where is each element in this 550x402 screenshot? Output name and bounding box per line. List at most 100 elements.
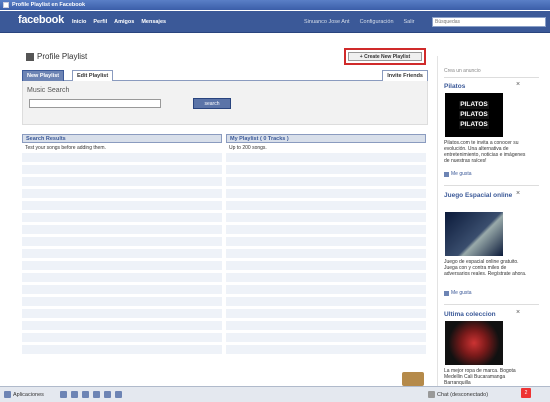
music-search-label: Music Search: [27, 87, 70, 94]
facebook-logo[interactable]: facebook: [18, 14, 64, 26]
ad-image-spaceship[interactable]: [445, 212, 503, 256]
ad-image-clothing[interactable]: [445, 321, 503, 365]
mascot-icon: [402, 372, 424, 386]
video-icon[interactable]: [115, 391, 122, 398]
list-row: [22, 165, 222, 174]
list-row: [22, 261, 222, 270]
list-row: [22, 285, 222, 294]
thumbs-up-icon: [444, 171, 449, 177]
search-results-header: Search Results: [22, 134, 222, 143]
page-title: Profile Playlist: [26, 52, 87, 61]
window-titlebar: Profile Playlist en Facebook: [0, 0, 550, 10]
list-row: [22, 345, 222, 354]
facebook-header: facebook Inicio Perfil Amigos Mensajes S…: [0, 11, 550, 33]
settings-link[interactable]: Configuración: [360, 19, 394, 25]
list-row: [226, 237, 426, 246]
my-playlist-header: My Playlist ( 0 Tracks ): [226, 134, 426, 143]
ad-title-pilatos[interactable]: Pilatos: [444, 83, 465, 90]
my-playlist-list: [226, 153, 426, 354]
ad-text-ultima: La mejor ropa de marca. Bogota Medellin …: [444, 368, 516, 386]
ad-title-ultima[interactable]: Ultima coleccion: [444, 311, 496, 318]
close-icon[interactable]: ×: [516, 190, 520, 197]
photos-icon[interactable]: [60, 391, 67, 398]
playlist-icon: [26, 52, 34, 61]
page-title-text: Profile Playlist: [37, 52, 88, 61]
notifications-badge[interactable]: 2: [521, 388, 531, 398]
ad-image-text: PILATOS: [458, 110, 490, 120]
applications-menu[interactable]: Aplicaciones: [0, 391, 56, 398]
create-playlist-highlight: + Create New Playlist: [344, 48, 426, 65]
list-row: [226, 189, 426, 198]
ad-image-pilatos[interactable]: PILATOS PILATOS PILATOS: [445, 93, 503, 137]
window-title: Profile Playlist en Facebook: [12, 2, 86, 8]
music-search-panel: Music Search search: [22, 81, 428, 125]
search-results-list: [22, 153, 222, 354]
main-nav: Inicio Perfil Amigos Mensajes: [72, 19, 166, 25]
ad-title-juego[interactable]: Juego Espacial online: [444, 192, 516, 200]
tab-invite-friends[interactable]: Invite Friends: [382, 70, 428, 81]
list-row: [226, 225, 426, 234]
create-ad-link[interactable]: Crea un anuncio: [444, 68, 481, 74]
like-label: Me gusta: [451, 171, 472, 177]
chat-bar: Aplicaciones Chat (desconectado) 2: [0, 386, 550, 402]
divider: [444, 185, 539, 186]
list-row: [22, 309, 222, 318]
list-row: [226, 153, 426, 162]
like-link[interactable]: Me gusta: [444, 290, 472, 296]
create-playlist-button[interactable]: + Create New Playlist: [348, 52, 422, 61]
list-row: [22, 213, 222, 222]
list-row: [226, 261, 426, 270]
events-icon[interactable]: [104, 391, 111, 398]
list-row: [22, 153, 222, 162]
list-row: [226, 321, 426, 330]
nav-inicio[interactable]: Inicio: [72, 19, 86, 25]
close-icon[interactable]: ×: [516, 309, 520, 316]
ad-text-juego: Juego de espacial online gratuito. Juega…: [444, 259, 527, 277]
list-row: [22, 237, 222, 246]
search-input[interactable]: Búsquedas: [432, 17, 546, 27]
search-results-column: Search Results Test your songs before ad…: [22, 134, 222, 357]
list-row: [22, 201, 222, 210]
tab-edit-playlist[interactable]: Edit Playlist: [72, 70, 114, 81]
list-row: [226, 165, 426, 174]
list-row: [22, 297, 222, 306]
list-row: [22, 225, 222, 234]
my-playlist-column: My Playlist ( 0 Tracks ) Up to 200 songs…: [226, 134, 426, 357]
chat-status[interactable]: Chat (desconectado): [428, 391, 488, 398]
user-name-link[interactable]: Sinuanco Jose Ant: [304, 19, 350, 25]
list-row: [226, 213, 426, 222]
logout-link[interactable]: Salir: [404, 19, 415, 25]
notes-icon[interactable]: [71, 391, 78, 398]
applications-label: Aplicaciones: [13, 391, 44, 398]
playlist-tabs: New Playlist Edit Playlist Invite Friend…: [22, 70, 428, 81]
like-link[interactable]: Me gusta: [444, 171, 472, 177]
facebook-apps-icon: [4, 391, 11, 398]
nav-perfil[interactable]: Perfil: [93, 19, 107, 25]
music-search-input[interactable]: [29, 99, 161, 108]
close-icon[interactable]: ×: [516, 81, 520, 88]
window-icon: [3, 2, 9, 8]
groups-icon[interactable]: [93, 391, 100, 398]
list-row: [22, 189, 222, 198]
list-row: [226, 333, 426, 342]
list-row: [22, 321, 222, 330]
list-row: [226, 345, 426, 354]
list-row: [22, 249, 222, 258]
nav-mensajes[interactable]: Mensajes: [141, 19, 166, 25]
nav-amigos[interactable]: Amigos: [114, 19, 134, 25]
list-row: [226, 285, 426, 294]
list-row: [226, 309, 426, 318]
list-row: [22, 273, 222, 282]
ad-text-pilatos: Pilatos.com te invita a conocer su evolu…: [444, 140, 526, 164]
list-row: [226, 201, 426, 210]
links-icon[interactable]: [82, 391, 89, 398]
divider: [444, 304, 539, 305]
tab-new-playlist[interactable]: New Playlist: [22, 70, 65, 81]
list-row: [226, 249, 426, 258]
like-label: Me gusta: [451, 290, 472, 296]
my-playlist-hint: Up to 200 songs.: [229, 145, 267, 151]
list-row: [22, 333, 222, 342]
music-search-button[interactable]: search: [193, 98, 231, 109]
thumbs-up-icon: [444, 290, 449, 296]
ad-image-text: PILATOS: [458, 100, 490, 110]
